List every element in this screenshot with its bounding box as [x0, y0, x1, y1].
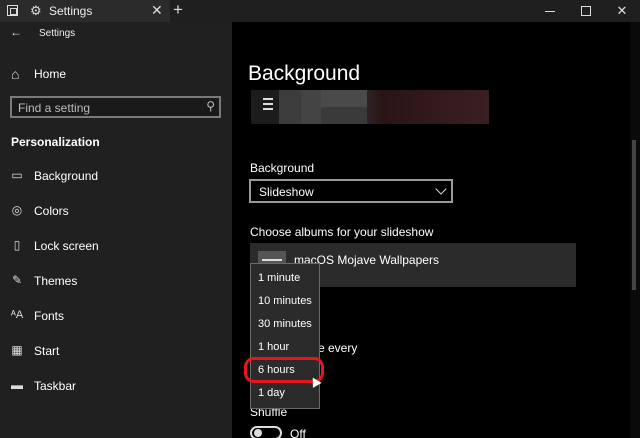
start-icon: ▦: [11, 343, 23, 357]
sidebar-item-lock-screen[interactable]: ▯ Lock screen: [0, 235, 232, 257]
home-icon: ⌂: [11, 66, 20, 82]
picture-icon: ▭: [11, 168, 23, 182]
font-icon: ᴬA: [10, 309, 24, 321]
sidebar-item-label: Themes: [34, 274, 78, 288]
sidebar-item-label: Home: [34, 67, 67, 81]
new-tab-icon[interactable]: +: [173, 0, 183, 20]
chevron-down-icon: [435, 183, 447, 195]
maximize-button[interactable]: [568, 0, 604, 22]
search-input[interactable]: [18, 100, 198, 115]
app-title: Settings: [39, 28, 76, 39]
background-preview: [251, 90, 489, 124]
title-bar: ⚙ Settings ✕ + ✕: [0, 0, 640, 22]
sidebar-item-themes[interactable]: ✎ Themes: [0, 270, 232, 292]
taskbar-icon: ▬: [11, 378, 23, 392]
dropdown-option-label: 10 minutes: [258, 295, 312, 307]
change-picture-label: e every: [318, 341, 358, 355]
background-label: Background: [250, 161, 315, 175]
dropdown-option[interactable]: 1 minute: [251, 267, 319, 290]
dropdown-option[interactable]: 1 hour: [251, 336, 319, 359]
sidebar-item-taskbar[interactable]: ▬ Taskbar: [0, 375, 232, 397]
toggle-knob: [254, 429, 262, 437]
shuffle-state: Off: [290, 427, 306, 438]
close-tab-icon[interactable]: ✕: [151, 2, 163, 19]
close-button[interactable]: ✕: [604, 0, 640, 22]
dropdown-option-label: 1 day: [258, 387, 285, 399]
dropdown-option[interactable]: 1 day: [251, 382, 319, 405]
settings-tab[interactable]: ⚙ Settings ✕: [0, 0, 170, 22]
sidebar-item-start[interactable]: ▦ Start: [0, 340, 232, 362]
tab-actions-icon[interactable]: [7, 5, 18, 16]
gear-icon: ⚙: [30, 3, 42, 18]
back-arrow-icon[interactable]: ←: [10, 25, 22, 39]
minimize-button[interactable]: [532, 0, 568, 22]
sidebar-item-fonts[interactable]: ᴬA Fonts: [0, 305, 232, 327]
sidebar-item-label: Start: [34, 344, 60, 358]
shuffle-toggle[interactable]: [250, 426, 282, 438]
close-icon: ✕: [616, 3, 628, 18]
dropdown-option[interactable]: 10 minutes: [251, 290, 319, 313]
dropdown-option-label: 30 minutes: [258, 318, 312, 330]
sidebar-item-colors[interactable]: ◎ Colors: [0, 200, 232, 222]
lock-screen-icon: ▯: [13, 238, 21, 252]
albums-label: Choose albums for your slideshow: [250, 225, 434, 239]
sidebar-item-label: Taskbar: [34, 379, 77, 393]
search-box[interactable]: ⚲: [10, 96, 221, 118]
dropdown-option[interactable]: 30 minutes: [251, 313, 319, 336]
dropdown-option-label: 1 minute: [258, 272, 301, 284]
background-select[interactable]: Slideshow: [249, 179, 453, 203]
background-select-value: Slideshow: [259, 185, 314, 199]
maximize-icon: [581, 6, 591, 16]
palette-icon: ◎: [11, 203, 23, 217]
minimize-icon: [545, 10, 555, 12]
sidebar-item-home[interactable]: ⌂ Home: [0, 64, 232, 84]
tab-title: Settings: [49, 4, 93, 18]
sidebar-item-label: Fonts: [34, 309, 65, 323]
sidebar-item-label: Lock screen: [34, 239, 99, 253]
sidebar-item-background[interactable]: ▭ Background: [0, 165, 232, 187]
interval-dropdown: 1 minute 10 minutes 30 minutes 1 hour 6 …: [250, 263, 320, 409]
sidebar-item-label: Background: [34, 169, 99, 183]
page-title: Background: [248, 62, 361, 85]
scrollbar-thumb[interactable]: [632, 140, 636, 290]
brush-icon: ✎: [11, 273, 23, 287]
dropdown-option-label: 1 hour: [258, 341, 290, 353]
sidebar: ← Settings ⌂ Home ⚲ Personalization ▭ Ba…: [0, 22, 232, 438]
search-icon[interactable]: ⚲: [206, 99, 215, 113]
section-title: Personalization: [11, 135, 100, 149]
sidebar-item-label: Colors: [34, 204, 69, 218]
